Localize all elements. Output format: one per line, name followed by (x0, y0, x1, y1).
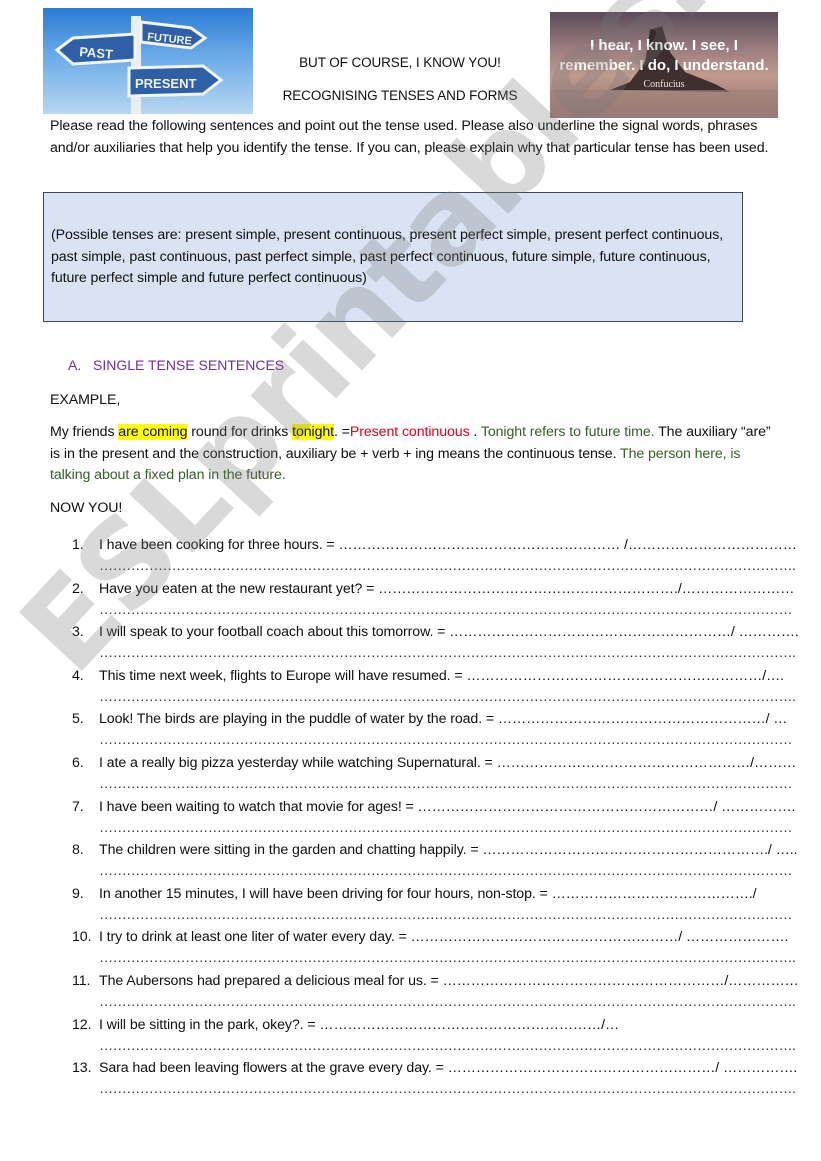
question-item: 8. The children were sitting in the garde… (72, 840, 797, 884)
question-text[interactable]: The children were sitting in the garden … (99, 840, 797, 862)
answer-line[interactable]: …………………………………………………………………………………………………………… (99, 600, 793, 622)
question-item: 2. Have you eaten at the new restaurant y… (72, 579, 794, 623)
worksheet-title: BUT OF COURSE, I KNOW YOU! (299, 55, 501, 70)
confucius-quote-image: I hear, I know. I see, I remember. I do,… (550, 12, 778, 118)
question-item: 11. The Aubersons had prepared a deliciou… (72, 971, 799, 1015)
question-text[interactable]: I ate a really big pizza yesterday while… (99, 753, 796, 775)
answer-line[interactable]: …………………………………………………………………………………………………………… (99, 687, 796, 709)
section-title: SINGLE TENSE SENTENCES (93, 357, 285, 373)
answer-line[interactable]: …………………………………………………………………………………………………………… (99, 818, 793, 840)
question-text[interactable]: I have been waiting to watch that movie … (99, 797, 795, 819)
highlighted-verb: are coming (118, 424, 188, 440)
question-text[interactable]: I will be sitting in the park, okey?. = … (99, 1015, 619, 1037)
answer-line[interactable]: …………………………………………………………………………………………………………… (99, 905, 793, 927)
answer-line[interactable]: …………………………………………………………………………………………………………… (99, 861, 793, 883)
question-text[interactable]: Sara had been leaving flowers at the gra… (99, 1058, 797, 1080)
question-text[interactable]: I will speak to your football coach abou… (99, 622, 799, 644)
possible-tenses-box: (Possible tenses are: present simple, pr… (43, 192, 743, 322)
question-item: 6. I ate a really big pizza yesterday whi… (72, 753, 796, 797)
question-item: 10. I try to drink at least one liter of … (72, 927, 796, 971)
question-item: 1. I have been cooking for three hours. =… (72, 535, 797, 579)
question-item: 3. I will speak to your football coach ab… (72, 622, 799, 666)
question-number: 5. (72, 711, 84, 728)
question-number: 12. (72, 1016, 92, 1033)
rock-island-icon: I hear, I know. I see, I remember. I do,… (550, 26, 778, 118)
question-item: 5. Look! The birds are playing in the pud… (72, 709, 793, 753)
question-text[interactable]: Look! The birds are playing in the puddl… (99, 709, 787, 731)
highlighted-signal-word: tonight (292, 424, 335, 440)
possible-tenses-text: (Possible tenses are: present simple, pr… (51, 227, 724, 286)
answer-line[interactable]: …………………………………………………………………………………………………………… (99, 948, 796, 970)
example-paragraph: My friends are coming round for drinks t… (50, 422, 775, 487)
question-number: 13. (72, 1060, 92, 1077)
worksheet-subtitle: RECOGNISING TENSES AND FORMS (282, 88, 518, 103)
question-number: 9. (72, 885, 84, 902)
question-number: 6. (72, 754, 84, 771)
question-number: 10. (72, 929, 92, 946)
question-item: 9. In another 15 minutes, I will have bee… (72, 884, 793, 928)
answer-line[interactable]: …………………………………………………………………………………………………………… (99, 730, 793, 752)
example-text: . = (334, 424, 350, 440)
answer-line[interactable]: …………………………………………………………………………………………………………… (99, 774, 793, 796)
sign-past: PAST (79, 44, 114, 62)
signpost-icon: FUTURE PAST PRESENT (54, 16, 224, 114)
quote-author: Confucius (643, 79, 684, 90)
question-item: 12. I will be sitting in the park, okey?.… (72, 1015, 796, 1059)
question-number: 11. (72, 972, 91, 989)
instructions: Please read the following sentences and … (50, 118, 769, 156)
answer-line[interactable]: …………………………………………………………………………………………………………… (99, 1036, 796, 1058)
example-label: EXAMPLE, (50, 392, 121, 408)
example-text: . (469, 424, 481, 440)
question-number: 8. (72, 842, 84, 859)
quote-line-1: I hear, I know. I see, I (590, 37, 738, 54)
section-heading: A. SINGLE TENSE SENTENCES (68, 357, 284, 373)
question-text[interactable]: I have been cooking for three hours. = …… (99, 535, 797, 557)
question-number: 4. (72, 667, 84, 684)
question-item: 7. I have been waiting to watch that movi… (72, 797, 795, 841)
question-number: 2. (72, 580, 84, 597)
question-item: 13. Sara had been leaving flowers at the … (72, 1058, 797, 1102)
example-answer: Present continuous (349, 424, 470, 440)
example-text: My friends (50, 424, 119, 440)
answer-line[interactable]: …………………………………………………………………………………………………………… (99, 556, 796, 578)
quote-line-2: remember. I do, I understand. (559, 57, 768, 74)
section-letter: A. (68, 357, 82, 373)
worksheet-page: FUTURE PAST PRESENT BUT OF COURSE, I KNO… (0, 0, 821, 1161)
question-item: 4. This time next week, flights to Europe… (72, 666, 796, 710)
question-text[interactable]: The Aubersons had prepared a delicious m… (99, 971, 799, 993)
now-you-label: NOW YOU! (50, 500, 123, 516)
sign-present: PRESENT (135, 76, 196, 91)
question-text[interactable]: I try to drink at least one liter of wat… (99, 927, 788, 949)
question-number: 7. (72, 798, 84, 815)
question-text[interactable]: This time next week, flights to Europe w… (99, 666, 784, 688)
answer-line[interactable]: …………………………………………………………………………………………………………… (99, 1079, 796, 1101)
question-list: 1. I have been cooking for three hours. =… (72, 535, 799, 1102)
question-number: 1. (72, 537, 84, 553)
question-text[interactable]: Have you eaten at the new restaurant yet… (99, 579, 794, 601)
example-explanation: Tonight refers to future time. (480, 424, 655, 440)
signpost-image: FUTURE PAST PRESENT (43, 8, 253, 114)
question-text[interactable]: In another 15 minutes, I will have been … (99, 884, 757, 906)
question-number: 3. (72, 624, 84, 641)
answer-line[interactable]: …………………………………………………………………………………………………………… (99, 992, 796, 1014)
example-text: round for drinks (187, 424, 293, 440)
answer-line[interactable]: …………………………………………………………………………………………………………… (99, 643, 796, 665)
